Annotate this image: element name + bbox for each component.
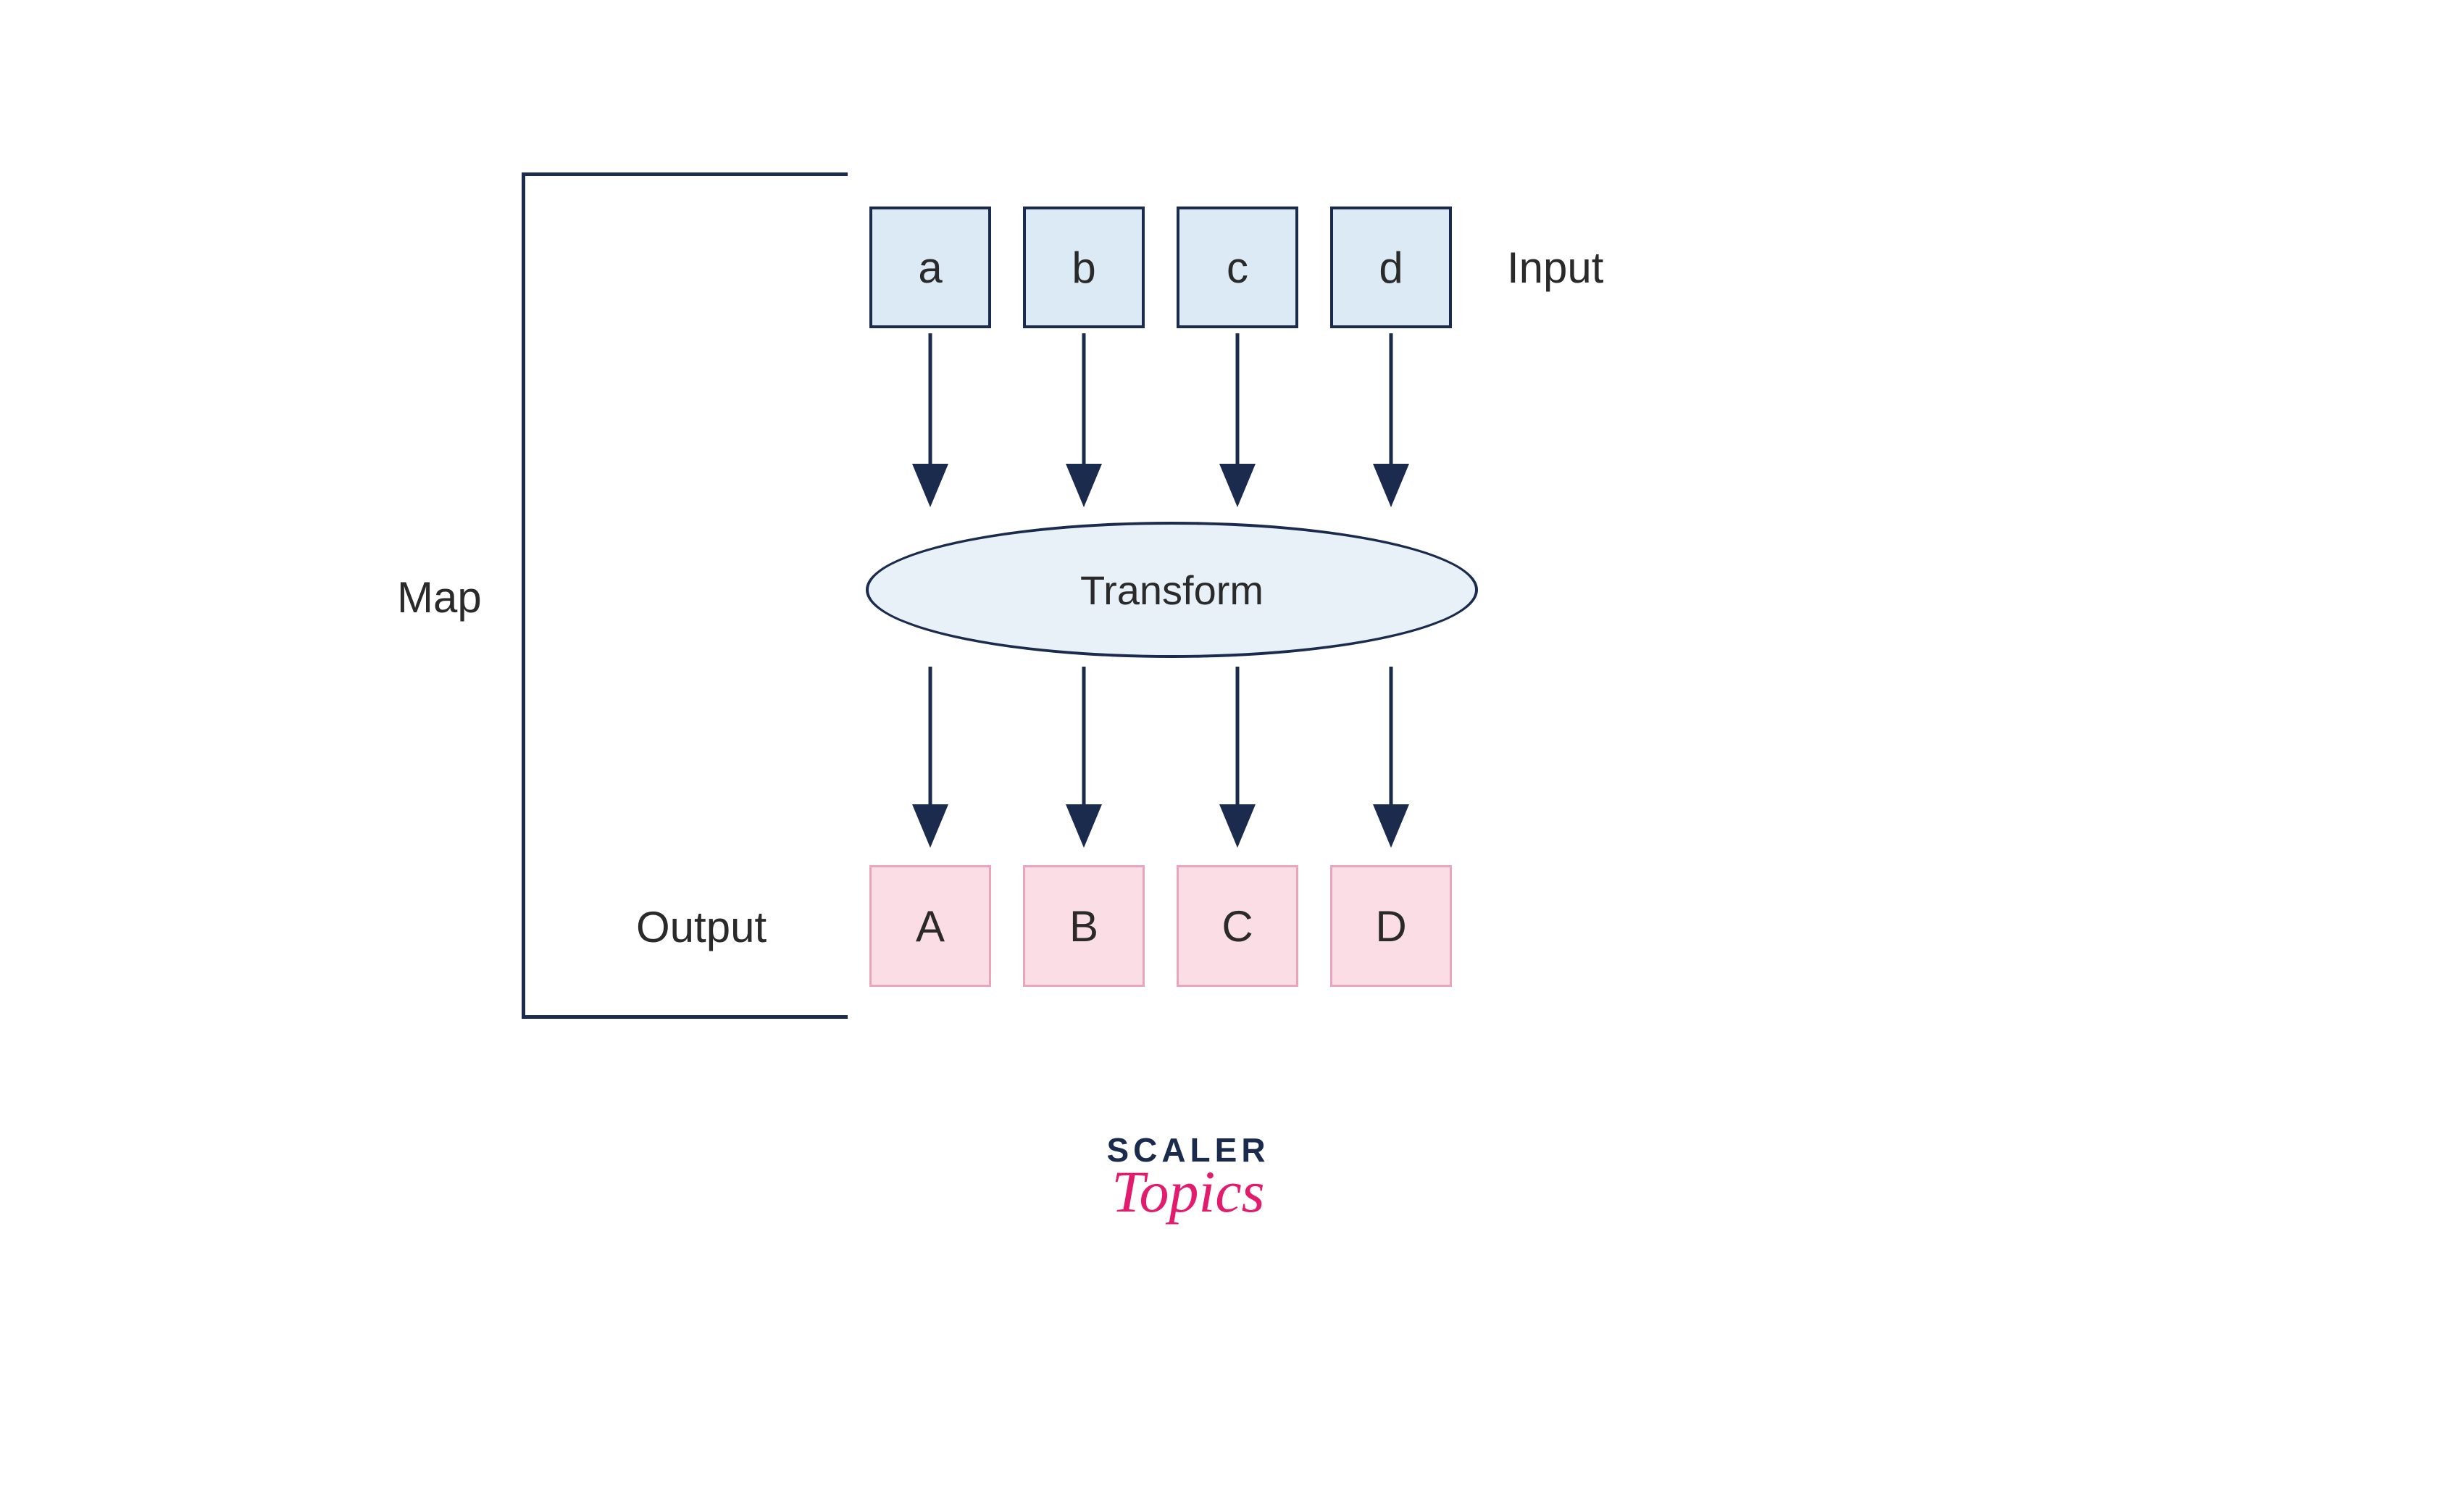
map-bracket: [522, 172, 848, 1019]
output-box-a: A: [869, 865, 991, 987]
arrows-bottom: [869, 667, 1478, 855]
input-row: a b c d: [869, 207, 1452, 328]
input-box-b: b: [1023, 207, 1145, 328]
output-box-c: C: [1177, 865, 1298, 987]
output-row: A B C D: [869, 865, 1452, 987]
arrows-top: [869, 333, 1478, 514]
input-label: Input: [1507, 243, 1603, 293]
transform-ellipse: Transform: [866, 522, 1478, 658]
input-box-a: a: [869, 207, 991, 328]
brand-topics: Topics: [1043, 1158, 1333, 1226]
output-box-d: D: [1330, 865, 1452, 987]
output-label: Output: [636, 902, 767, 952]
input-box-c: c: [1177, 207, 1298, 328]
output-box-b: B: [1023, 865, 1145, 987]
input-box-d: d: [1330, 207, 1452, 328]
brand-logo: SCALER Topics: [1043, 1130, 1333, 1226]
transform-label: Transform: [1080, 567, 1264, 614]
diagram-canvas: Map a b c d Input Transform Output A B C…: [0, 0, 2464, 1505]
map-label: Map: [397, 572, 482, 622]
